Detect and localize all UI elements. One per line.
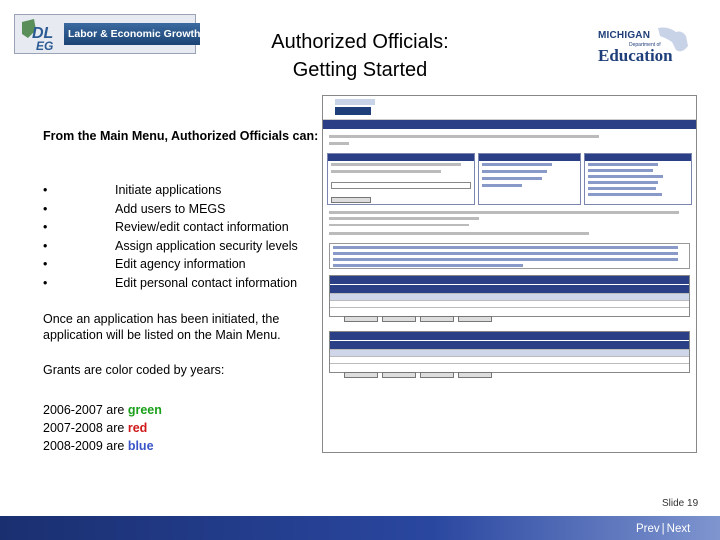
application-listing-text: Once an application has been initiated, … (43, 312, 281, 342)
mde-logo-line1: MICHIGAN (598, 30, 651, 41)
slide-number: Slide 19 (662, 498, 699, 509)
screenshot-grant-links (329, 243, 690, 269)
year-color-blue: blue (127, 439, 154, 453)
list-item: Review/edit contact information (43, 218, 298, 237)
intro-text: From the Main Menu, Authorized Officials… (43, 129, 319, 143)
screenshot-view-text (323, 205, 696, 230)
next-link[interactable]: Next (667, 523, 691, 535)
dleg-logo: DL EG Labor & Economic Growth (14, 14, 201, 54)
mde-logo-line3: Education (598, 46, 673, 65)
year-color-red: red (127, 421, 148, 435)
list-item: Assign application security levels (43, 237, 298, 256)
megs-main-menu-screenshot (322, 95, 697, 453)
capabilities-list: Initiate applications Add users to MEGS … (43, 181, 298, 292)
nav-separator: | (661, 523, 665, 535)
list-item: Add users to MEGS (43, 200, 298, 219)
screenshot-application-2 (329, 331, 690, 378)
screenshot-panel-additional (478, 153, 581, 205)
list-item: Initiate applications (43, 181, 298, 200)
year-color-green: green (127, 403, 162, 417)
screenshot-menubar (323, 120, 696, 129)
year-are: are (106, 421, 125, 435)
michigan-education-logo: MICHIGAN Department of Education (592, 24, 708, 68)
svg-text:EG: EG (36, 39, 53, 52)
screenshot-panels (323, 153, 696, 205)
bottom-bar (0, 516, 720, 540)
title-line-1: Authorized Officials: (271, 31, 449, 53)
year-are: are (106, 403, 125, 417)
year-color-legend: 2006-2007 are green 2007-2008 are red 20… (43, 401, 162, 455)
year-row-red: 2007-2008 are red (43, 419, 162, 437)
title-line-2: Getting Started (292, 59, 428, 81)
year-row-green: 2006-2007 are green (43, 401, 162, 419)
slide-navigation: Prev | Next (636, 523, 690, 535)
screenshot-logo (335, 99, 375, 119)
screenshot-welcome (323, 129, 696, 153)
year-range: 2007-2008 (43, 421, 103, 435)
color-coding-text: Grants are color coded by years: (43, 363, 225, 377)
list-item: Edit agency information (43, 255, 298, 274)
screenshot-header (323, 96, 696, 120)
screenshot-application-1 (329, 275, 690, 322)
screenshot-panel-accounts (584, 153, 692, 205)
list-item: Edit personal contact information (43, 274, 298, 293)
year-range: 2008-2009 (43, 439, 103, 453)
slide-title: Authorized Officials: Getting Started (210, 28, 510, 84)
dleg-logo-label: Labor & Economic Growth (64, 23, 201, 45)
year-range: 2006-2007 (43, 403, 103, 417)
year-are: are (106, 439, 125, 453)
year-row-blue: 2008-2009 are blue (43, 437, 162, 455)
screenshot-panel-initiate (327, 153, 475, 205)
dleg-mark-icon: DL EG (18, 16, 62, 53)
prev-link[interactable]: Prev (636, 523, 660, 535)
